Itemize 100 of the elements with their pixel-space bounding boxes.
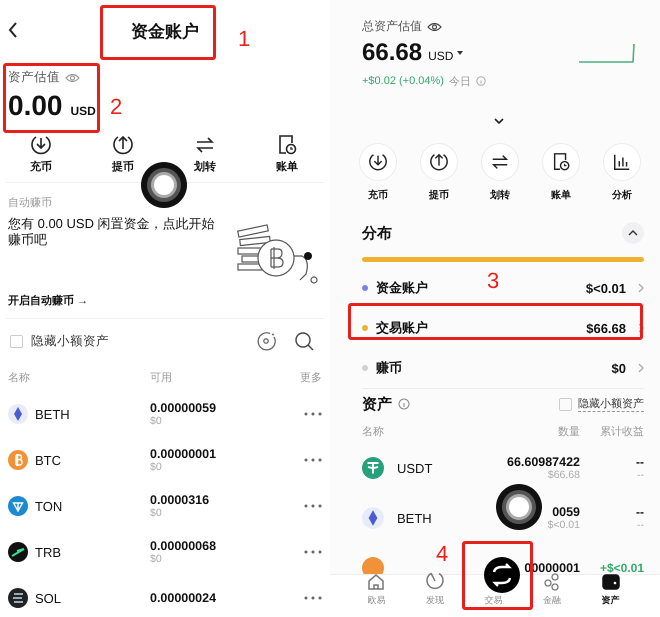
hide-small-assets-label[interactable]: 隐藏小额资产 [31,332,109,350]
column-header: 可用 [150,370,173,384]
trade-button[interactable] [484,557,520,593]
more-icon[interactable] [304,596,322,600]
coin-amount: 0.0000316 [150,493,210,507]
total-valuation-label: 总资产估值 [362,18,422,35]
balance-amount: 66.68 [362,39,422,67]
deposit-icon[interactable] [30,134,52,156]
action-label: 划转 [194,160,216,174]
valuation-label: 资产估值 [8,69,60,86]
column-header: 累计收益 [599,424,644,438]
period-label: 今日 [448,74,471,88]
coin-value: $0 [150,553,163,565]
dropdown-icon[interactable] [457,51,464,55]
hide-small-assets-label[interactable]: 隐藏小额资产 [578,396,644,412]
earn-message[interactable]: 您有 0.00 USD 闲置资金，点此开始赚币吧 [8,216,220,248]
floating-button[interactable] [496,484,542,530]
coin-name: BETH [35,406,70,422]
target-icon[interactable] [256,331,276,351]
column-header: 数量 [557,424,580,438]
ethereum-icon [8,404,28,424]
action-label: 提币 [429,188,449,202]
coin-amount: 0059 [552,505,580,519]
withdraw-icon[interactable] [112,134,134,156]
search-icon[interactable] [294,331,314,351]
tether-icon [362,457,384,479]
home-icon [367,573,386,591]
action-label: 充币 [30,160,52,174]
annotation-number: 1 [238,26,250,52]
cumulative-pnl: -- [636,455,644,469]
coin-value: $<0.01 [548,519,580,531]
more-icon[interactable] [304,504,322,508]
bill-icon[interactable] [276,134,298,156]
back-icon[interactable] [8,22,18,38]
chevron-down-icon[interactable] [494,118,504,124]
coin-amount: 0.00000001 [150,447,218,461]
action-button[interactable] [420,143,458,181]
action-label: 分析 [612,188,632,202]
action-label: 充币 [368,188,388,202]
deposit-icon [368,152,388,172]
chevron-right-icon[interactable] [638,323,644,333]
auto-earn-link[interactable]: 开启自动赚币 → [8,293,322,308]
account-name[interactable]: 资金账户 [376,279,428,297]
more-icon[interactable] [304,458,322,462]
account-value: $66.68 [586,320,626,336]
dial-icon [424,571,445,591]
screen-title: 资金账户 [131,20,199,42]
pnl-sub-value: -- [637,469,644,481]
action-button[interactable] [481,143,519,181]
nav-tab[interactable]: 发现 [406,571,464,607]
account-name[interactable]: 赚币 [376,359,402,377]
collapse-button[interactable] [622,222,644,244]
currency-label: USD [70,104,96,118]
coin-name: BETH [397,510,432,526]
coin-icon [8,588,28,608]
annotation-number: 2 [110,94,122,120]
coin-icon [8,496,28,516]
coin-value: $0 [150,415,163,427]
coin-name: TON [35,498,62,514]
balance-amount: 0.00 [8,89,62,123]
annotation-number: 4 [436,541,448,567]
nav-tab[interactable]: 欧易 [347,573,406,607]
daily-change: +$0.02 (+0.04%) [362,75,444,87]
ethereum-icon [362,507,384,529]
nav-tab[interactable]: 交易 [464,594,523,607]
coin-amount: 0.00000059 [150,401,218,415]
coin-amount: 0.00000068 [150,539,218,553]
chevron-up-icon [628,230,638,236]
action-label: 账单 [276,160,298,174]
account-name[interactable]: 交易账户 [376,319,428,337]
more-icon[interactable] [304,412,322,416]
eye-icon[interactable] [427,22,442,32]
action-label: 账单 [551,188,571,202]
currency-selector[interactable]: USD [428,49,454,63]
column-header: 更多 [300,370,322,384]
bill-icon [551,152,571,172]
checkbox[interactable] [10,334,23,348]
coin-value: $0 [150,461,163,473]
coin-name: USDT [397,460,432,476]
account-value: $<0.01 [586,280,626,296]
nav-tab[interactable]: 金融 [522,573,582,607]
nav-tab[interactable]: 资产 [581,573,640,607]
info-icon[interactable] [398,398,410,410]
action-button[interactable] [603,143,641,181]
coin-name: SOL [35,590,62,606]
annotation-number: 3 [487,268,500,294]
column-header: 名称 [362,424,385,438]
more-icon[interactable] [304,550,322,554]
bitcoin-icon [8,450,28,470]
account-value: $0 [612,360,626,376]
cumulative-pnl: +$<0.01 [600,561,644,575]
coin-value: $66.68 [548,469,580,481]
floating-button[interactable] [141,162,187,208]
action-label: 划转 [490,188,510,202]
transfer-icon [490,152,510,172]
section-label: 自动赚币 [8,196,53,210]
pnl-sub-value: -- [637,519,644,531]
checkbox[interactable] [559,398,572,410]
action-button[interactable] [542,143,580,181]
action-button[interactable] [359,143,397,181]
